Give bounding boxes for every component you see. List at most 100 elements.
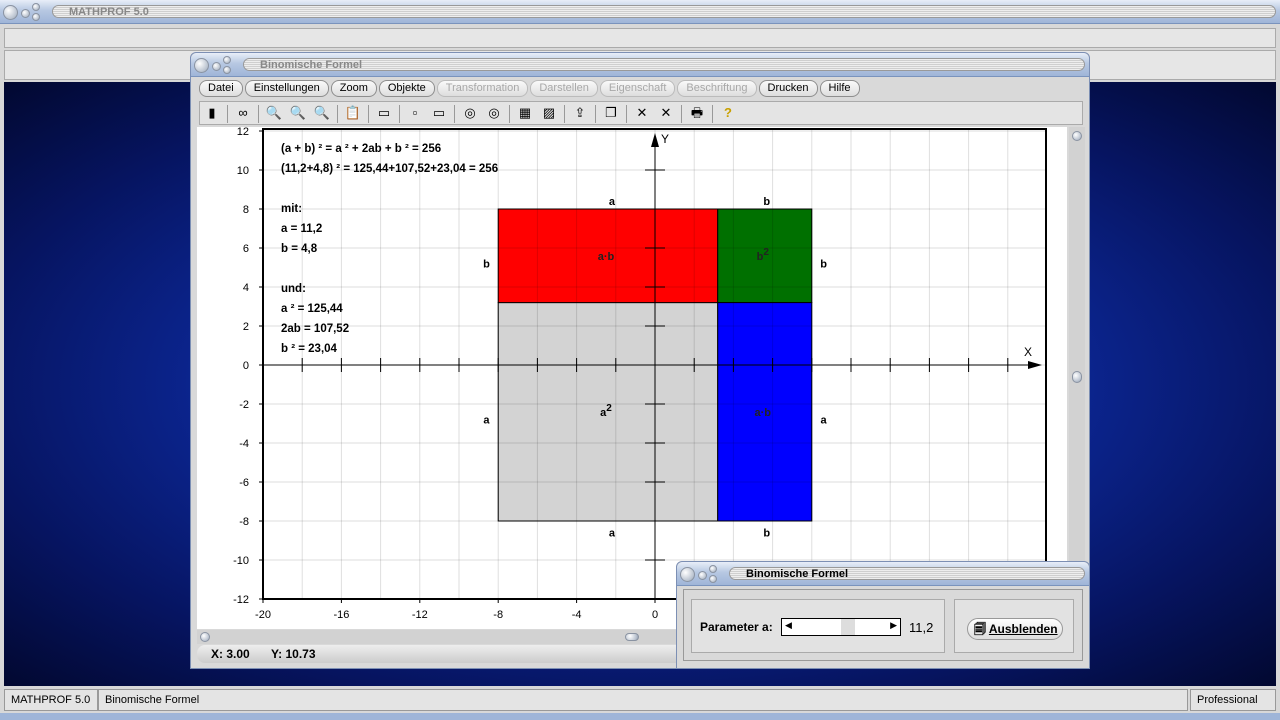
- zoom-reset-icon[interactable]: 🔍: [288, 103, 308, 123]
- app-toolbar: [4, 28, 1276, 48]
- formula-line: a = 11,2: [281, 223, 322, 235]
- side-label: a: [609, 196, 616, 208]
- x-tick-label: -12: [412, 609, 428, 621]
- table-icon[interactable]: ▦: [515, 103, 535, 123]
- hide-button-label: Ausblenden: [988, 622, 1058, 636]
- rect-label: a·b: [755, 407, 772, 419]
- toolbar-separator: [626, 104, 627, 123]
- y-tick-label: 0: [243, 360, 249, 372]
- x-tick-label: 0: [652, 609, 658, 621]
- x-tick-label: -8: [493, 609, 503, 621]
- slider-right-arrow-icon[interactable]: ▶: [890, 620, 897, 631]
- print-icon[interactable]: 🖶: [687, 103, 707, 123]
- horizontal-scroll-thumb[interactable]: [625, 633, 639, 641]
- cross-icon[interactable]: ✕: [632, 103, 652, 123]
- y-tick-label: 12: [237, 127, 249, 138]
- circle2-icon[interactable]: ◎: [484, 103, 504, 123]
- slider-left-arrow-icon[interactable]: ◀: [785, 620, 792, 631]
- hide-button[interactable]: 🗐 Ausblenden: [967, 618, 1063, 640]
- toolbar-separator: [258, 104, 259, 123]
- app-titlebar: MATHPROF 5.0: [0, 0, 1280, 24]
- copy-icon[interactable]: ❐: [601, 103, 621, 123]
- panel-icon[interactable]: ▮: [202, 103, 222, 123]
- image-icon[interactable]: ▨: [539, 103, 559, 123]
- y-tick-label: 4: [243, 282, 249, 294]
- vertical-scroll-thumb[interactable]: [1072, 371, 1082, 383]
- side-label: b: [820, 259, 827, 271]
- menu-drucken[interactable]: Drucken: [758, 80, 818, 97]
- clipboard-icon[interactable]: 📋: [343, 103, 363, 123]
- menu-darstellen[interactable]: Darstellen: [530, 80, 598, 97]
- y-axis-arrow-icon: [651, 133, 659, 147]
- coord-y: Y: 10.73: [271, 647, 316, 661]
- y-tick-label: -4: [239, 438, 249, 450]
- app-title: MATHPROF 5.0: [52, 5, 1276, 18]
- y-tick-label: 2: [243, 321, 249, 333]
- side-label: b: [763, 196, 770, 208]
- parameter-slider[interactable]: ◀ ▶: [781, 618, 901, 636]
- glasses-icon[interactable]: ∞: [233, 103, 253, 123]
- window-buttons[interactable]: [194, 56, 244, 74]
- dialog-window-buttons[interactable]: [680, 565, 730, 583]
- menu-hilfe[interactable]: Hilfe: [819, 80, 860, 97]
- toolbar-separator: [368, 104, 369, 123]
- y-tick-label: -6: [239, 477, 249, 489]
- y-tick-label: -10: [233, 555, 249, 567]
- menu-datei[interactable]: Datei: [199, 80, 243, 97]
- formula-line: 2ab = 107,52: [281, 323, 349, 335]
- toolbar-separator: [227, 104, 228, 123]
- dialog-title: Binomische Formel: [729, 567, 1085, 580]
- menu-beschriftung[interactable]: Beschriftung: [677, 80, 757, 97]
- window-buttons[interactable]: [3, 3, 53, 21]
- side-label: a: [483, 415, 490, 427]
- toolbar-separator: [399, 104, 400, 123]
- coord-x: X: 3.00: [211, 647, 250, 661]
- menu-objekte[interactable]: Objekte: [378, 80, 435, 97]
- menu-eigenschaft[interactable]: Eigenschaft: [599, 80, 676, 97]
- y-tick-label: 8: [243, 204, 249, 216]
- window-titlebar: Binomische Formel: [191, 53, 1089, 77]
- hide-icon: 🗐: [974, 622, 986, 636]
- x-axis-label: X: [1024, 345, 1032, 359]
- side-label: b: [763, 528, 770, 540]
- y-tick-label: 10: [237, 165, 249, 177]
- status-doc: Binomische Formel: [98, 689, 1188, 711]
- y-axis-label: Y: [661, 132, 669, 146]
- zoom-in-icon[interactable]: 🔍: [312, 103, 332, 123]
- dialog-titlebar: Binomische Formel: [677, 562, 1089, 586]
- rect-label-sup: 2: [763, 247, 769, 258]
- formula-line: (11,2+4,8) ² = 125,44+107,52+23,04 = 256: [281, 163, 498, 175]
- export-icon[interactable]: ⇪: [570, 103, 590, 123]
- box-icon[interactable]: ▫: [405, 103, 425, 123]
- toolbar: ▮ ∞ 🔍 🔍 🔍 📋 ▭ ▫ ▭ ◎ ◎ ▦ ▨ ⇪ ❐ ✕ ✕ 🖶?: [199, 101, 1083, 125]
- status-app: MATHPROF 5.0: [4, 689, 98, 711]
- rect-label-sup: 2: [606, 403, 612, 414]
- formula-line: b ² = 23,04: [281, 343, 338, 355]
- menu-einstellungen[interactable]: Einstellungen: [244, 80, 329, 97]
- slider-thumb[interactable]: [840, 619, 855, 635]
- status-edition: Professional: [1190, 689, 1276, 711]
- menu-transformation[interactable]: Transformation: [436, 80, 529, 97]
- y-tick-label: -12: [233, 594, 249, 606]
- x-axis-arrow-icon: [1028, 361, 1042, 369]
- formula-line: (a + b) ² = a ² + 2ab + b ² = 256: [281, 143, 441, 155]
- rect-label: a·b: [598, 251, 615, 263]
- x-tick-label: -4: [572, 609, 582, 621]
- toolbar-separator: [454, 104, 455, 123]
- menu-zoom[interactable]: Zoom: [330, 80, 377, 97]
- plot-area[interactable]: X Y -20 -16 -12 -8 -4 0 12 10 8 6 4 2 0 -2 -4 -6 -8 -10 -12 a…: [197, 126, 1067, 629]
- side-label: a: [820, 415, 827, 427]
- chart[interactable]: X Y -20 -16 -12 -8 -4 0 12 10 8 6 4 2 0 -2 -4 -6 -8 -10 -12 a…: [197, 126, 1067, 629]
- toolbar-separator: [595, 104, 596, 123]
- cross2-icon[interactable]: ✕: [656, 103, 676, 123]
- toolbar-separator: [712, 104, 713, 123]
- box2-icon[interactable]: ▭: [429, 103, 449, 123]
- y-tick-label: 6: [243, 243, 249, 255]
- circle-icon[interactable]: ◎: [460, 103, 480, 123]
- window-icon[interactable]: ▭: [374, 103, 394, 123]
- formula-line: a ² = 125,44: [281, 303, 343, 315]
- help-icon[interactable]: ?: [718, 103, 738, 123]
- zoom-out-icon[interactable]: 🔍: [264, 103, 284, 123]
- vertical-scrollbar[interactable]: [1069, 127, 1085, 629]
- formula-line: mit:: [281, 203, 302, 215]
